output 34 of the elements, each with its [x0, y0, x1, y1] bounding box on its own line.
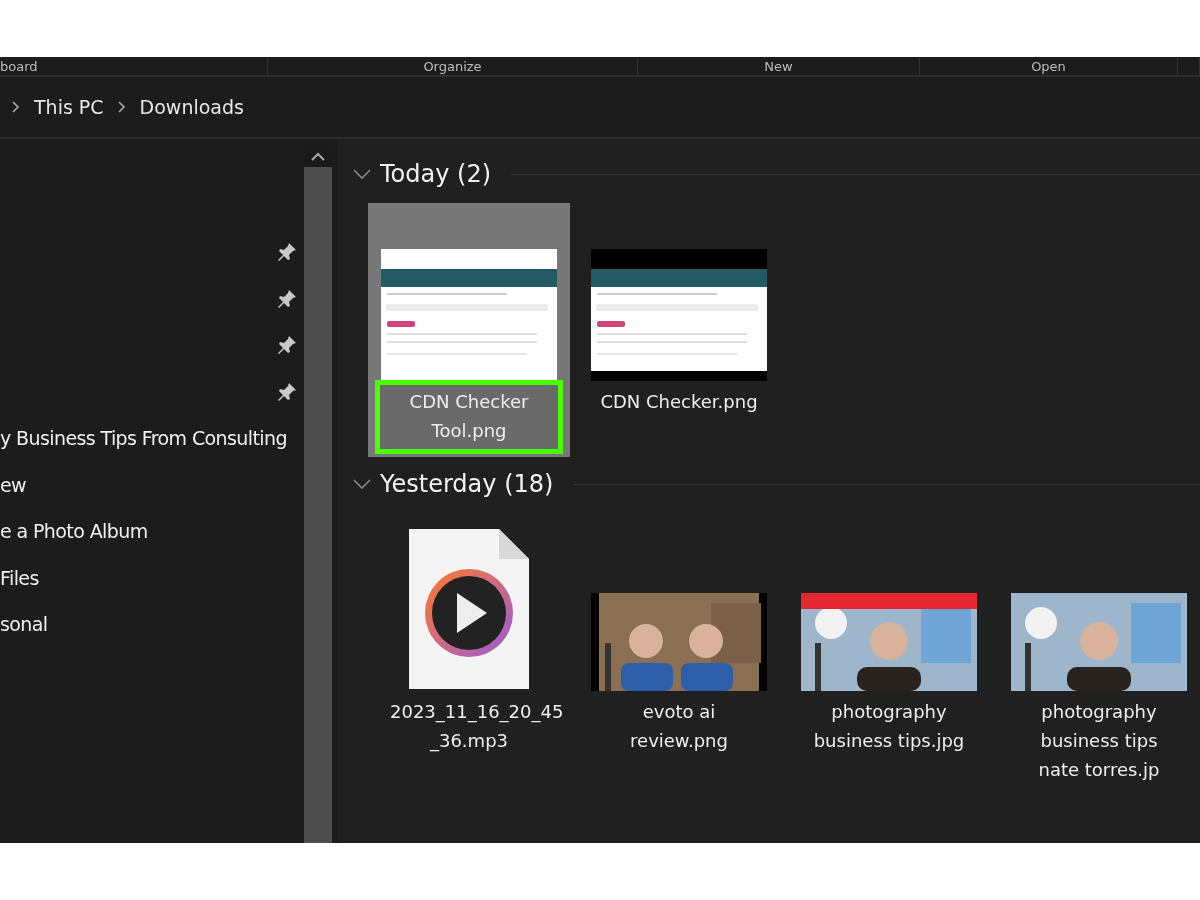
sidebar-item[interactable]: Files	[0, 566, 39, 589]
file-tile[interactable]: CDN Checker Tool.png	[368, 203, 570, 457]
file-tile[interactable]: CDN Checker.png	[578, 203, 780, 457]
file-tile[interactable]: photography business tips nate torres.jp	[998, 513, 1200, 796]
ribbon-group-label: Open	[1031, 58, 1066, 74]
file-tile[interactable]: photography business tips.jpg	[788, 513, 990, 796]
sidebar-item[interactable]: ew	[0, 473, 27, 496]
ribbon-group-label: New	[764, 58, 793, 74]
scrollbar[interactable]	[304, 151, 332, 843]
chevron-right-icon	[12, 101, 20, 113]
breadcrumb[interactable]: Downloads	[139, 96, 244, 118]
file-name: CDN Checker.png	[599, 390, 759, 414]
pin-icon[interactable]	[276, 287, 298, 310]
group-header[interactable]: Today (2)	[380, 160, 492, 188]
file-name: evoto ai review.png	[629, 700, 729, 753]
group-header[interactable]: Yesterday (18)	[380, 470, 554, 498]
file-name: photography business tips.jpg	[812, 700, 966, 753]
pin-icon[interactable]	[276, 241, 298, 264]
pin-icon[interactable]	[276, 334, 298, 357]
sidebar-item[interactable]: sonal	[0, 613, 48, 636]
sidebar-item[interactable]: e a Photo Album	[0, 520, 148, 543]
pin-icon[interactable]	[276, 380, 298, 403]
breadcrumb[interactable]: This PC	[34, 96, 104, 118]
sidebar-item[interactable]: y Business Tips From Consulting	[0, 427, 287, 450]
chevron-icon[interactable]	[352, 477, 372, 491]
audio-file-icon	[407, 527, 531, 691]
scroll-up-icon[interactable]	[310, 151, 326, 163]
file-tile[interactable]: 2023_11_16_20_45 _36.mp3	[368, 513, 570, 796]
ribbon-group-label: board	[0, 58, 38, 74]
ribbon-group-label: Organize	[423, 58, 482, 74]
chevron-right-icon	[117, 101, 126, 113]
chevron-icon[interactable]	[352, 167, 372, 181]
file-name: photography business tips nate torres.jp	[1037, 700, 1161, 782]
file-tile[interactable]: evoto ai review.png	[578, 513, 780, 796]
